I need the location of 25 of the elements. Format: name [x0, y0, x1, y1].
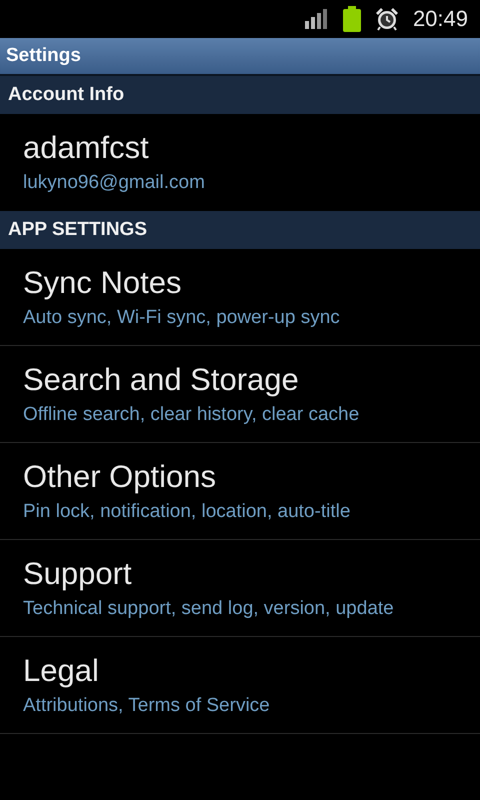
- section-header: Account Info: [0, 76, 480, 114]
- item-subtitle: Attributions, Terms of Service: [23, 694, 270, 718]
- signal-icon: [304, 9, 329, 29]
- settings-item[interactable]: Support Technical support, send log, version, update: [0, 540, 480, 637]
- item-subtitle: Pin lock, notification, location, auto-title: [23, 500, 350, 524]
- item-title: Support: [23, 555, 132, 593]
- settings-item[interactable]: Other Options Pin lock, notification, location, auto-title: [0, 443, 480, 540]
- item-subtitle: lukyno96@gmail.com: [23, 171, 205, 195]
- item-subtitle: Auto sync, Wi-Fi sync, power-up sync: [23, 306, 340, 330]
- screen-title: Settings: [6, 45, 81, 67]
- settings-item[interactable]: Sync Notes Auto sync, Wi-Fi sync, power-up sync: [0, 249, 480, 346]
- item-subtitle: Offline search, clear history, clear cache: [23, 403, 360, 427]
- alarm-clock-icon: [374, 7, 399, 31]
- item-title: Legal: [23, 652, 99, 690]
- item-title: adamfcst: [23, 129, 149, 167]
- settings-item[interactable]: Legal Attributions, Terms of Service: [0, 637, 480, 734]
- item-title: Other Options: [23, 458, 216, 496]
- settings-item[interactable]: Search and Storage Offline search, clear history, clear cache: [0, 346, 480, 443]
- battery-icon: [342, 6, 361, 32]
- section-header: APP SETTINGS: [0, 211, 480, 249]
- item-title: Sync Notes: [23, 264, 182, 302]
- settings-item[interactable]: adamfcst lukyno96@gmail.com: [0, 114, 480, 211]
- item-title: Search and Storage: [23, 361, 299, 399]
- item-subtitle: Technical support, send log, version, update: [23, 597, 394, 621]
- clock-time: 20:49: [412, 6, 468, 32]
